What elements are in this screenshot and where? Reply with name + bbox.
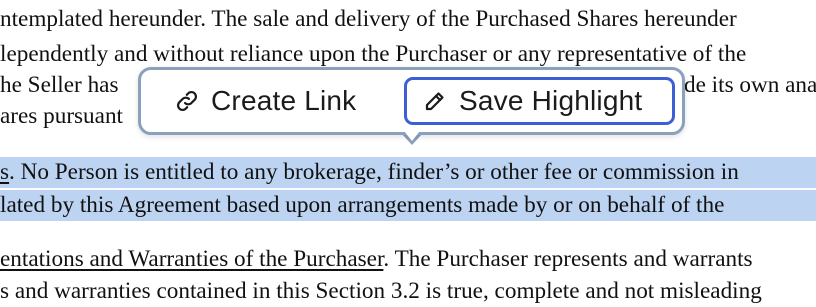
doc-line: lependently and without reliance upon th…: [0, 41, 747, 67]
doc-line: entations and Warranties of the Purchase…: [0, 246, 753, 272]
save-highlight-label: Save Highlight: [459, 85, 643, 116]
doc-line-fragment: de its own analysis: [684, 72, 816, 98]
doc-line: s and warranties contained in this Secti…: [0, 278, 762, 304]
doc-line-highlighted: s. No Person is entitled to any brokerag…: [0, 157, 816, 188]
doc-line-highlighted: lated by this Agreement based upon arran…: [0, 190, 816, 221]
document-text: ntemplated hereunder. The sale and deliv…: [0, 0, 816, 304]
pencil-icon: [423, 89, 447, 113]
create-link-label: Create Link: [211, 85, 357, 116]
popup-caret-fill: [404, 131, 420, 141]
link-icon: [175, 89, 199, 113]
save-highlight-button[interactable]: Save Highlight: [404, 77, 675, 125]
create-link-button[interactable]: Create Link: [169, 77, 362, 125]
doc-line: ntemplated hereunder. The sale and deliv…: [0, 6, 737, 32]
selection-popup: Create Link Save Highlight: [138, 67, 685, 135]
